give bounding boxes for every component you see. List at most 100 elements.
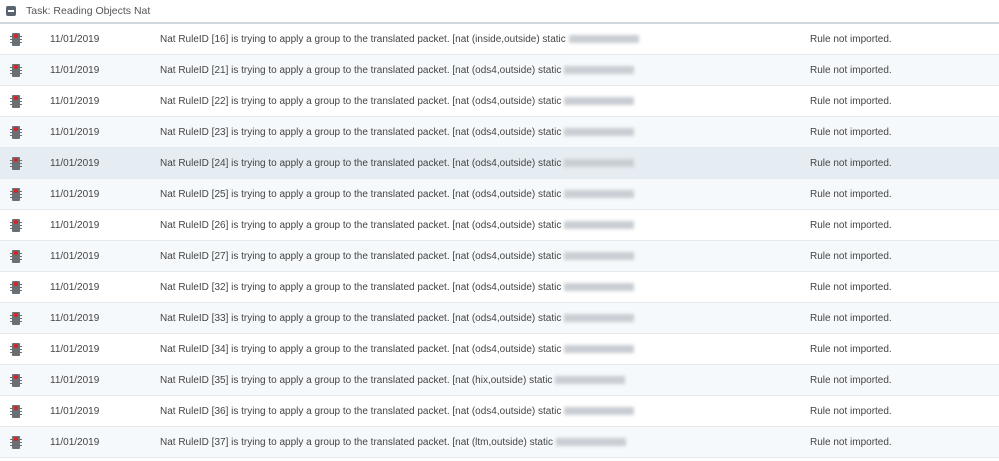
log-row[interactable]: 11/01/2019 Nat RuleID [16] is trying to … [0,24,999,55]
redacted-ip [564,220,635,229]
log-result: Rule not imported. [810,405,892,417]
log-message: Nat RuleID [21] is trying to apply a gro… [160,65,810,76]
log-result: Rule not imported. [810,64,892,76]
log-row[interactable]: 11/01/2019 Nat RuleID [27] is trying to … [0,241,999,272]
log-result: Rule not imported. [810,95,892,107]
log-message: Nat RuleID [37] is trying to apply a gro… [160,437,810,448]
traffic-light-error-icon [10,311,22,325]
traffic-light-error-icon [10,63,22,77]
log-row[interactable]: 11/01/2019 Nat RuleID [36] is trying to … [0,396,999,427]
log-message: Nat RuleID [33] is trying to apply a gro… [160,313,810,324]
traffic-light-error-icon [10,342,22,356]
log-result: Rule not imported. [810,188,892,200]
log-date: 11/01/2019 [50,374,100,386]
log-message: Nat RuleID [34] is trying to apply a gro… [160,344,810,355]
log-message-text: Nat RuleID [16] is trying to apply a gro… [160,33,566,45]
redacted-ip [555,375,626,384]
log-date: 11/01/2019 [50,95,100,107]
log-date: 11/01/2019 [50,157,100,169]
redacted-ip [564,189,635,198]
log-message-text: Nat RuleID [27] is trying to apply a gro… [160,250,562,262]
log-result: Rule not imported. [810,250,892,262]
redacted-ip [564,158,635,167]
traffic-light-error-icon [10,435,22,449]
log-date: 11/01/2019 [50,188,100,200]
redacted-ip [564,127,635,136]
log-message-text: Nat RuleID [21] is trying to apply a gro… [160,64,562,76]
log-result: Rule not imported. [810,436,892,448]
log-list: 11/01/2019 Nat RuleID [16] is trying to … [0,24,999,458]
log-message: Nat RuleID [36] is trying to apply a gro… [160,406,810,417]
log-row[interactable]: 11/01/2019 Nat RuleID [33] is trying to … [0,303,999,334]
traffic-light-error-icon [10,187,22,201]
log-row[interactable]: 11/01/2019 Nat RuleID [26] is trying to … [0,210,999,241]
redacted-ip [564,313,635,322]
log-date: 11/01/2019 [50,405,100,417]
log-message-text: Nat RuleID [37] is trying to apply a gro… [160,436,553,448]
log-row[interactable]: 11/01/2019 Nat RuleID [23] is trying to … [0,117,999,148]
log-message: Nat RuleID [35] is trying to apply a gro… [160,375,810,386]
log-message-text: Nat RuleID [36] is trying to apply a gro… [160,405,562,417]
task-header: Task: Reading Objects Nat [0,0,999,24]
log-message: Nat RuleID [22] is trying to apply a gro… [160,96,810,107]
log-result: Rule not imported. [810,219,892,231]
log-date: 11/01/2019 [50,126,100,138]
traffic-light-error-icon [10,249,22,263]
log-message-text: Nat RuleID [22] is trying to apply a gro… [160,95,562,107]
log-date: 11/01/2019 [50,33,100,45]
log-message: Nat RuleID [16] is trying to apply a gro… [160,34,810,45]
redacted-ip [555,437,626,446]
log-date: 11/01/2019 [50,281,100,293]
redacted-ip [564,406,635,415]
log-row[interactable]: 11/01/2019 Nat RuleID [22] is trying to … [0,86,999,117]
log-result: Rule not imported. [810,343,892,355]
log-result: Rule not imported. [810,312,892,324]
log-message: Nat RuleID [27] is trying to apply a gro… [160,251,810,262]
log-row[interactable]: 11/01/2019 Nat RuleID [34] is trying to … [0,334,999,365]
log-row[interactable]: 11/01/2019 Nat RuleID [24] is trying to … [0,148,999,179]
log-result: Rule not imported. [810,33,892,45]
log-message-text: Nat RuleID [23] is trying to apply a gro… [160,126,562,138]
redacted-ip [564,282,635,291]
log-date: 11/01/2019 [50,343,100,355]
traffic-light-error-icon [10,94,22,108]
redacted-ip [564,251,635,260]
log-message-text: Nat RuleID [33] is trying to apply a gro… [160,312,562,324]
redacted-ip [568,34,639,43]
log-date: 11/01/2019 [50,219,100,231]
log-date: 11/01/2019 [50,312,100,324]
log-date: 11/01/2019 [50,64,100,76]
log-result: Rule not imported. [810,374,892,386]
traffic-light-error-icon [10,125,22,139]
log-message: Nat RuleID [32] is trying to apply a gro… [160,282,810,293]
log-row[interactable]: 11/01/2019 Nat RuleID [32] is trying to … [0,272,999,303]
log-row[interactable]: 11/01/2019 Nat RuleID [35] is trying to … [0,365,999,396]
redacted-ip [564,344,635,353]
log-message: Nat RuleID [26] is trying to apply a gro… [160,220,810,231]
traffic-light-error-icon [10,32,22,46]
traffic-light-error-icon [10,373,22,387]
log-message: Nat RuleID [24] is trying to apply a gro… [160,158,810,169]
log-row[interactable]: 11/01/2019 Nat RuleID [21] is trying to … [0,55,999,86]
log-message-text: Nat RuleID [34] is trying to apply a gro… [160,343,562,355]
redacted-ip [564,96,635,105]
task-title: Task: Reading Objects Nat [26,5,151,17]
log-message-text: Nat RuleID [24] is trying to apply a gro… [160,157,562,169]
log-message: Nat RuleID [25] is trying to apply a gro… [160,189,810,200]
log-message-text: Nat RuleID [35] is trying to apply a gro… [160,374,553,386]
log-message-text: Nat RuleID [26] is trying to apply a gro… [160,219,562,231]
traffic-light-error-icon [10,280,22,294]
log-message: Nat RuleID [23] is trying to apply a gro… [160,127,810,138]
log-result: Rule not imported. [810,126,892,138]
log-date: 11/01/2019 [50,250,100,262]
traffic-light-error-icon [10,404,22,418]
log-row[interactable]: 11/01/2019 Nat RuleID [25] is trying to … [0,179,999,210]
collapse-icon[interactable] [6,6,16,16]
redacted-ip [564,65,635,74]
traffic-light-error-icon [10,218,22,232]
traffic-light-error-icon [10,156,22,170]
log-row[interactable]: 11/01/2019 Nat RuleID [37] is trying to … [0,427,999,458]
log-result: Rule not imported. [810,157,892,169]
log-message-text: Nat RuleID [32] is trying to apply a gro… [160,281,562,293]
log-date: 11/01/2019 [50,436,100,448]
